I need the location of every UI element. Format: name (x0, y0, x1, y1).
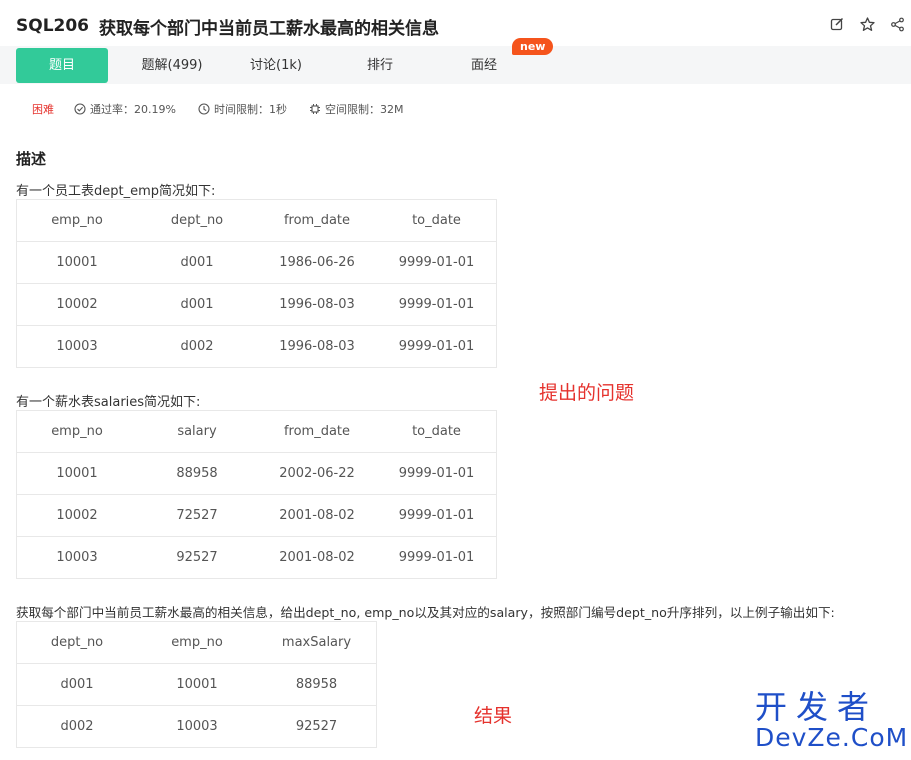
table-cell: d002 (60, 719, 94, 734)
tab-bar: 题目 题解(499) 讨论(1k) 排行 面经 (16, 48, 536, 83)
table-cell: 10003 (56, 550, 98, 565)
check-circle-icon (74, 103, 86, 115)
title-actions (829, 16, 905, 32)
space-limit: 空间限制：32M (309, 101, 404, 117)
table-cell: 9999-01-01 (398, 550, 475, 565)
watermark: 开发者 DevZe.CoM (755, 690, 908, 752)
col-header: to_date (377, 410, 497, 453)
table-cell: 2002-06-22 (257, 452, 377, 495)
table-cell: d001 (16, 663, 137, 706)
table-cell: 88958 (257, 663, 377, 706)
table-cell: 2001-08-02 (257, 494, 377, 537)
table-row: 10003 92527 2001-08-02 9999-01-01 (17, 537, 497, 579)
pass-rate: 通过率：20.19% (74, 101, 176, 117)
table-cell: 1996-08-03 (257, 283, 377, 326)
new-badge: new (512, 38, 554, 55)
table-cell: 10002 (16, 283, 137, 326)
table-header-row: emp_no dept_no from_date to_date (16, 199, 497, 242)
tab-solutions[interactable]: 题解(499) (120, 48, 224, 83)
table-cell: 10003 (56, 339, 98, 354)
chip-icon (309, 104, 320, 114)
table-cell: 92527 (176, 550, 218, 565)
table-cell: 9999-01-01 (377, 241, 497, 284)
table-row: 10003 d002 1996-08-03 9999-01-01 (17, 326, 497, 368)
table-row: d001 10001 88958 (16, 663, 377, 706)
table-cell: d002 (180, 339, 214, 354)
share-icon[interactable] (889, 16, 905, 32)
dept-emp-table: emp_no dept_no from_date to_date 10001 d… (16, 199, 497, 368)
table-cell: 92527 (295, 719, 338, 734)
table-row: 10002 72527 2001-08-02 9999-01-01 (16, 494, 497, 537)
table-cell: d001 (137, 283, 257, 326)
table-cell: 88958 (137, 452, 257, 495)
col-header: to_date (377, 199, 497, 242)
tab-ranking[interactable]: 排行 (328, 48, 432, 83)
table-cell: 1986-06-26 (257, 241, 377, 284)
table-header-row: dept_no emp_no maxSalary (16, 621, 377, 664)
col-header: salary (137, 410, 257, 453)
col-header: from_date (257, 199, 377, 242)
table-cell: 9999-01-01 (377, 283, 497, 326)
table-cell: 10001 (16, 452, 137, 495)
table-cell: 72527 (137, 494, 257, 537)
question-text: 获取每个部门中当前员工薪水最高的相关信息，给出dept_no, emp_no以及… (16, 605, 835, 620)
table-cell: 10003 (176, 719, 218, 734)
star-icon[interactable] (859, 16, 875, 32)
intro-dept-emp: 有一个员工表dept_emp简况如下: (16, 184, 216, 199)
time-limit: 时间限制：1秒 (198, 101, 287, 117)
table-cell: 10001 (137, 663, 257, 706)
col-header: from_date (257, 410, 377, 453)
problem-title: 获取每个部门中当前员工薪水最高的相关信息 (99, 18, 440, 39)
table-cell: 9999-01-01 (398, 339, 475, 354)
table-row: d002 10003 92527 (17, 706, 377, 748)
space-limit-text: 空间限制：32M (324, 103, 404, 116)
table-row: 10002 d001 1996-08-03 9999-01-01 (16, 283, 497, 326)
table-header-row: emp_no salary from_date to_date (16, 410, 497, 453)
result-table: dept_no emp_no maxSalary d001 10001 8895… (16, 621, 377, 748)
table-cell: 9999-01-01 (377, 452, 497, 495)
table-row: 10001 88958 2002-06-22 9999-01-01 (16, 452, 497, 495)
col-header: emp_no (16, 410, 137, 453)
pass-rate-text: 通过率：20.19% (90, 103, 176, 116)
table-cell: 9999-01-01 (377, 494, 497, 537)
description-heading: 描述 (16, 150, 47, 168)
intro-salaries: 有一个薪水表salaries简况如下: (16, 395, 201, 410)
col-header: emp_no (16, 199, 137, 242)
clock-icon (198, 103, 210, 115)
problem-meta: 困难 通过率：20.19% 时间限制：1秒 空间限制：32M (32, 101, 425, 117)
table-cell: 2001-08-02 (279, 550, 355, 565)
table-row: 10001 d001 1986-06-26 9999-01-01 (16, 241, 497, 284)
table-cell: 1996-08-03 (279, 339, 355, 354)
col-header: dept_no (137, 199, 257, 242)
problem-title-bar: SQL206 获取每个部门中当前员工薪水最高的相关信息 (16, 12, 439, 40)
question-annotation: 提出的问题 (539, 382, 635, 404)
edit-icon[interactable] (829, 16, 845, 32)
tab-discussion[interactable]: 讨论(1k) (224, 48, 328, 83)
salaries-table: emp_no salary from_date to_date 10001 88… (16, 410, 497, 579)
result-annotation: 结果 (474, 705, 513, 727)
difficulty-label: 困难 (32, 103, 54, 116)
table-cell: d001 (137, 241, 257, 284)
watermark-en: DevZe.CoM (755, 723, 909, 752)
table-cell: 10002 (16, 494, 137, 537)
time-limit-text: 时间限制：1秒 (213, 103, 287, 116)
problem-code: SQL206 (16, 16, 90, 36)
tab-problem[interactable]: 题目 (16, 48, 108, 83)
watermark-cn: 开发者 (755, 688, 879, 726)
col-header: maxSalary (257, 621, 377, 664)
col-header: emp_no (137, 621, 257, 664)
col-header: dept_no (16, 621, 137, 664)
table-cell: 10001 (16, 241, 137, 284)
